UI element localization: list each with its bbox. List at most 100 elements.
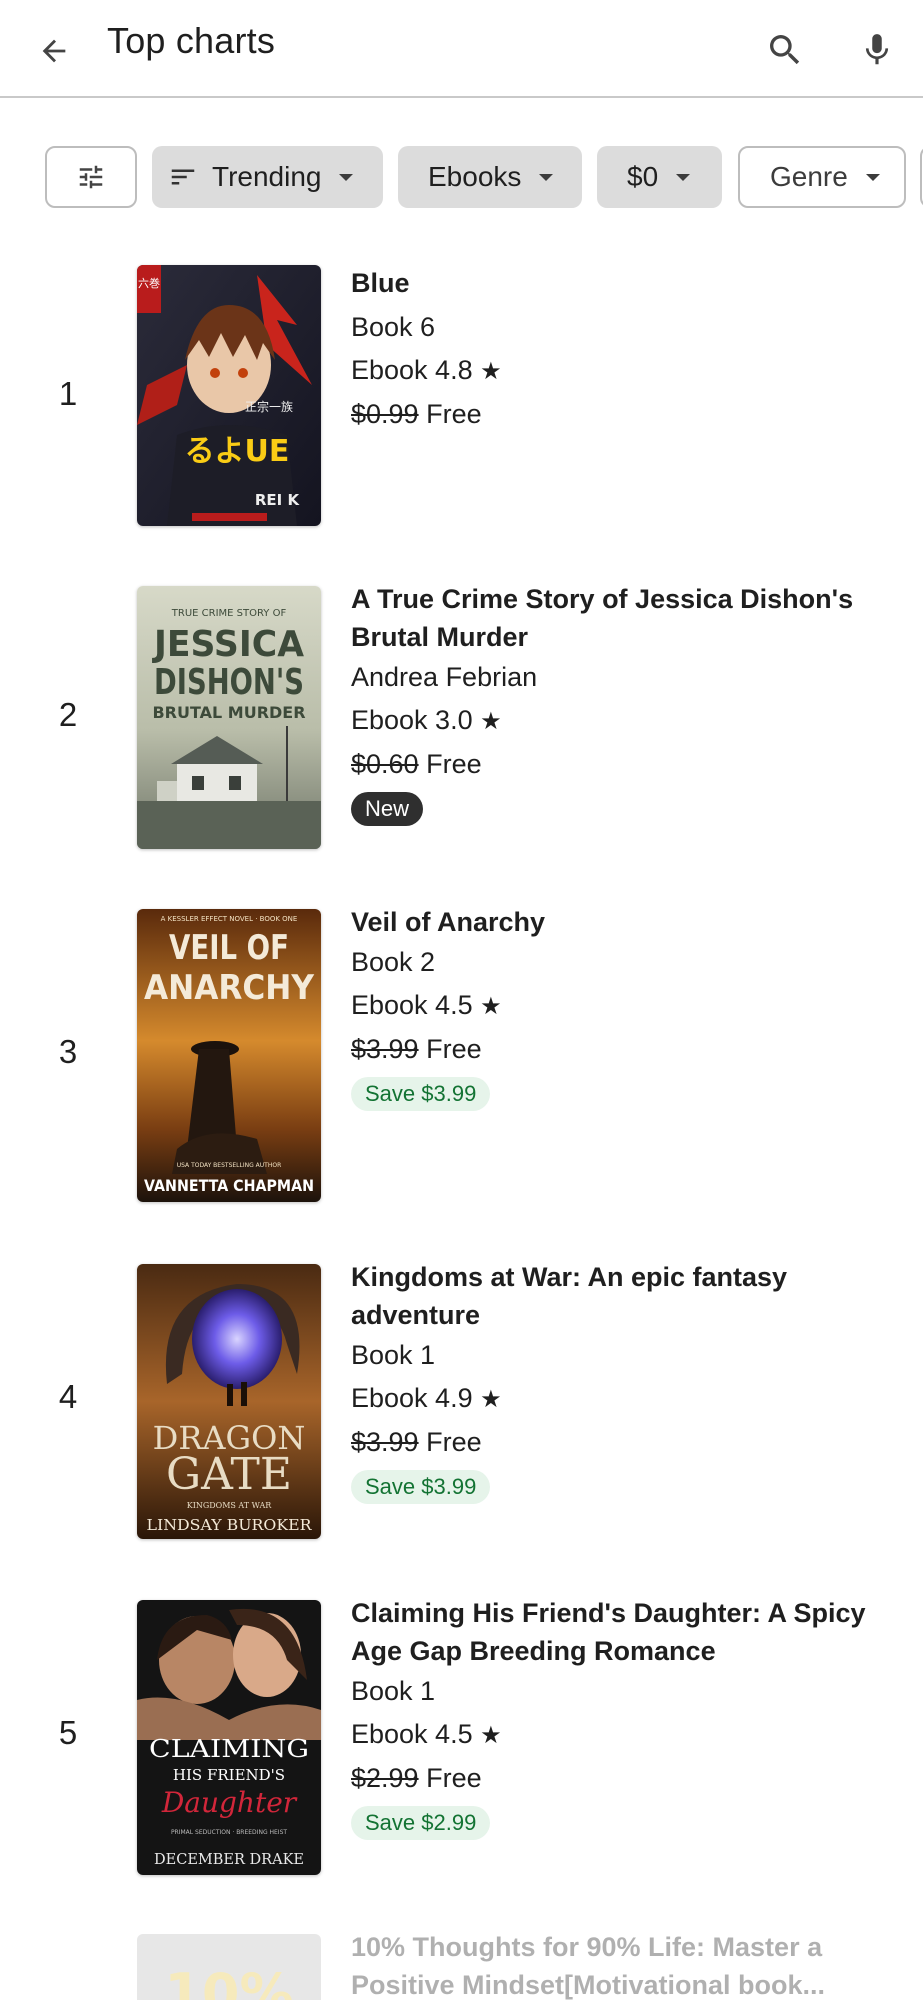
type-chip-label: Ebooks (428, 161, 522, 192)
cover-jp-text: 正宗一族 (245, 399, 293, 414)
list-item[interactable]: 5 CLAIMING HIS FRIEND'S Daughter PRIMAL … (0, 1598, 923, 1875)
list-item[interactable]: 1 六巻 正宗一族 るよUE REI K Blue Book 6 Ebook 4… (0, 265, 923, 530)
book-info: Claiming His Friend's Daughter: A Spicy … (351, 1594, 871, 1840)
cover-top-text: TRUE CRIME STORY OF (171, 608, 287, 619)
chevron-down-icon (539, 173, 554, 181)
chevron-down-icon (865, 173, 880, 181)
cover-author-text: LINDSAY BUROKER (147, 1516, 313, 1534)
list-item[interactable]: 3 A KESSLER EFFECT NOVEL · BOOK ONE VEIL… (0, 907, 923, 1204)
book-author: Andrea Febrian (351, 662, 538, 692)
rank-number: 5 (58, 1714, 78, 1751)
book-info: Blue Book 6 Ebook 4.8 ★ $0.99 Free (351, 260, 871, 436)
sort-chip-label: Trending (212, 161, 322, 192)
format-rating-text: Ebook 4.5 (351, 990, 473, 1020)
rank-number: 1 (58, 375, 78, 412)
cover-line1: JESSICA (151, 624, 304, 665)
list-item[interactable]: 10% 10% Thoughts for 90% Life: Master a … (0, 1932, 923, 2000)
new-badge: New (351, 792, 424, 826)
price-chip[interactable]: $0 (597, 146, 722, 208)
cover-line3: BRUTAL MURDER (152, 703, 305, 722)
mic-icon (865, 34, 889, 65)
cover-line2: HIS FRIEND'S (173, 1766, 285, 1784)
book-title: Claiming His Friend's Daughter: A Spicy … (351, 1598, 866, 1666)
star-icon: ★ (480, 993, 502, 1020)
book-cover: CLAIMING HIS FRIEND'S Daughter PRIMAL SE… (137, 1600, 321, 1875)
save-badge: Save $2.99 (351, 1806, 491, 1840)
original-price: $3.99 (351, 1034, 419, 1064)
type-chip[interactable]: Ebooks (398, 146, 582, 208)
format-rating-text: Ebook 4.8 (351, 355, 473, 385)
book-subtitle: Book 1 (351, 1676, 436, 1706)
cover-line1: VEIL OF (169, 928, 289, 968)
format-rating-text: Ebook 3.0 (351, 705, 473, 735)
cover-line3: Daughter (161, 1786, 298, 1819)
book-cover: TRUE CRIME STORY OF JESSICA DISHON'S BRU… (137, 586, 321, 849)
cover-top-text: A KESSLER EFFECT NOVEL · BOOK ONE (161, 915, 298, 923)
book-title: Kingdoms at War: An epic fantasy adventu… (351, 1262, 788, 1330)
book-cover: 六巻 正宗一族 るよUE REI K (137, 265, 321, 526)
page-title: Top charts (107, 20, 276, 61)
current-price: Free (426, 1427, 482, 1457)
cover-line1: 10% (164, 1962, 293, 2000)
cover-series-text: KINGDOMS AT WAR (187, 1501, 273, 1510)
cover-line2: DISHON'S (154, 662, 304, 703)
current-price: Free (426, 1763, 482, 1793)
filters-button[interactable] (45, 146, 137, 208)
list-item[interactable]: 4 DRAGON GATE KINGDOMS AT WAR LINDSAY BU… (0, 1262, 923, 1539)
price-chip-label: $0 (627, 161, 659, 192)
current-price: Free (426, 749, 482, 779)
cover-small-text: USA TODAY BESTSELLING AUTHOR (177, 1162, 281, 1169)
format-rating: Ebook 4.8 ★ (351, 349, 871, 393)
cover-side-text: 六巻 (138, 277, 160, 290)
cover-author-text: VANNETTA CHAPMAN (144, 1176, 314, 1195)
book-info: A True Crime Story of Jessica Dishon's B… (351, 580, 871, 826)
current-price: Free (426, 399, 482, 429)
format-rating: Ebook 4.5 ★ (351, 1713, 871, 1757)
sort-chip[interactable]: Trending (152, 146, 383, 208)
rank-number: 3 (58, 1033, 78, 1070)
search-button[interactable] (758, 23, 812, 77)
book-title: A True Crime Story of Jessica Dishon's B… (351, 584, 854, 652)
star-icon: ★ (480, 708, 502, 735)
cover-author-text: REI K (255, 491, 301, 509)
book-subtitle: Book 6 (351, 312, 436, 342)
format-rating-text: Ebook 4.5 (351, 1719, 473, 1749)
book-title: 10% Thoughts for 90% Life: Master a Posi… (351, 1932, 826, 2000)
original-price: $0.60 (351, 749, 419, 779)
format-rating: Ebook 4.5 ★ (351, 984, 871, 1028)
price-line: $3.99 Free (351, 1421, 871, 1464)
price-line: $2.99 Free (351, 1757, 871, 1800)
list-item[interactable]: 2 TRUE CRIME STORY OF JESSICA DISHON'S B… (0, 584, 923, 851)
tune-icon (79, 165, 103, 189)
book-info: Kingdoms at War: An epic fantasy adventu… (351, 1258, 871, 1504)
back-button[interactable] (28, 25, 80, 77)
book-subtitle: Book 1 (351, 1340, 436, 1370)
book-cover: DRAGON GATE KINGDOMS AT WAR LINDSAY BURO… (137, 1264, 321, 1539)
filter-chips: Trending Ebooks $0 Genre (0, 146, 923, 210)
current-price: Free (426, 1034, 482, 1064)
genre-chip[interactable]: Genre (738, 146, 906, 208)
save-badge: Save $3.99 (351, 1470, 491, 1504)
arrow-back-icon (42, 39, 66, 63)
book-title: Blue (351, 268, 410, 298)
cover-author-text: DECEMBER DRAKE (154, 1850, 304, 1868)
genre-chip-label: Genre (770, 161, 848, 192)
original-price: $0.99 (351, 399, 419, 429)
sort-icon (171, 169, 195, 185)
cover-line1: CLAIMING (149, 1735, 309, 1763)
chevron-down-icon (339, 173, 354, 181)
book-title: Veil of Anarchy (351, 907, 546, 937)
voice-search-button[interactable] (850, 23, 904, 77)
original-price: $2.99 (351, 1763, 419, 1793)
cover-line2: GATE (166, 1449, 292, 1500)
format-rating-text: Ebook 4.9 (351, 1383, 473, 1413)
original-price: $3.99 (351, 1427, 419, 1457)
price-line: $3.99 Free (351, 1028, 871, 1071)
cover-small-text: PRIMAL SEDUCTION · BREEDING HEIST (171, 1829, 287, 1836)
save-badge: Save $3.99 (351, 1077, 491, 1111)
format-rating: Ebook 4.9 ★ (351, 1377, 871, 1421)
cover-line2: ANARCHY (144, 968, 314, 1008)
search-icon (770, 35, 800, 65)
book-cover: 10% (137, 1934, 321, 2000)
star-icon: ★ (480, 1386, 502, 1413)
